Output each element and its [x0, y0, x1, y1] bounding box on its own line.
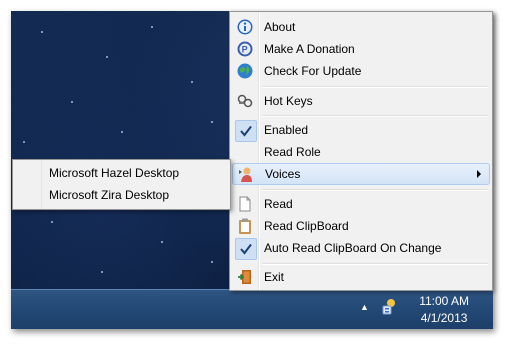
show-hidden-icons-button[interactable]: ▲ — [360, 302, 369, 312]
menu-item-label: Auto Read ClipBoard On Change — [264, 241, 442, 255]
menu-item-read[interactable]: Read — [232, 193, 490, 215]
menu-item-make-a-donation[interactable]: P Make A Donation — [232, 38, 490, 60]
menu-item-check-for-update[interactable]: Check For Update — [232, 60, 490, 82]
tray-app-icon[interactable] — [381, 298, 397, 316]
voice-item-zira[interactable]: Microsoft Zira Desktop — [15, 184, 227, 206]
context-menu: About P Make A Donation Check For Update… — [229, 11, 493, 291]
taskbar: ▲ 11:00 AM 4/1/2013 — [11, 289, 493, 329]
system-clock[interactable]: 11:00 AM 4/1/2013 — [419, 293, 469, 327]
menu-item-label: Enabled — [264, 123, 309, 137]
svg-text:P: P — [242, 45, 248, 55]
paypal-icon: P — [237, 41, 253, 57]
menu-item-label: Make A Donation — [264, 42, 355, 56]
menu-item-label: Read ClipBoard — [264, 219, 349, 233]
document-icon — [237, 196, 253, 212]
menu-item-label: Read Role — [264, 145, 321, 159]
clock-date: 4/1/2013 — [420, 311, 468, 325]
menu-separator — [262, 263, 488, 265]
voice-item-hazel[interactable]: Microsoft Hazel Desktop — [15, 162, 227, 184]
keys-icon — [237, 93, 253, 109]
menu-item-about[interactable]: About — [232, 16, 490, 38]
voice-item-label: Microsoft Hazel Desktop — [49, 166, 180, 180]
menu-item-read-clipboard[interactable]: Read ClipBoard — [232, 215, 490, 237]
menu-item-label: Read — [264, 197, 293, 211]
menu-item-label: Hot Keys — [264, 94, 313, 108]
menu-item-label: Exit — [264, 270, 285, 284]
menu-item-label: About — [264, 20, 296, 34]
submenu-arrow-icon — [477, 170, 481, 178]
menu-item-auto-read-clipboard[interactable]: Auto Read ClipBoard On Change — [232, 237, 490, 260]
menu-separator — [262, 86, 488, 88]
checkmark-icon — [235, 238, 257, 260]
menu-item-label: Check For Update — [264, 64, 362, 78]
voice-item-label: Microsoft Zira Desktop — [49, 188, 170, 202]
voices-submenu: Microsoft Hazel Desktop Microsoft Zira D… — [12, 159, 231, 210]
menu-item-voices[interactable]: Voices — [232, 163, 490, 185]
menu-item-label: Voices — [265, 167, 301, 181]
clock-time: 11:00 AM — [419, 294, 469, 308]
globe-icon — [237, 63, 253, 79]
info-icon — [237, 19, 253, 35]
checkmark-icon — [235, 120, 257, 142]
menu-item-exit[interactable]: Exit — [232, 266, 490, 288]
menu-separator — [262, 189, 488, 191]
menu-item-enabled[interactable]: Enabled — [232, 119, 490, 142]
menu-item-hot-keys[interactable]: Hot Keys — [232, 90, 490, 112]
exit-door-icon — [237, 269, 253, 285]
clipboard-icon — [237, 218, 253, 234]
speaker-person-icon — [238, 166, 254, 182]
menu-item-read-role[interactable]: Read Role — [232, 141, 490, 163]
menu-separator — [262, 115, 488, 117]
